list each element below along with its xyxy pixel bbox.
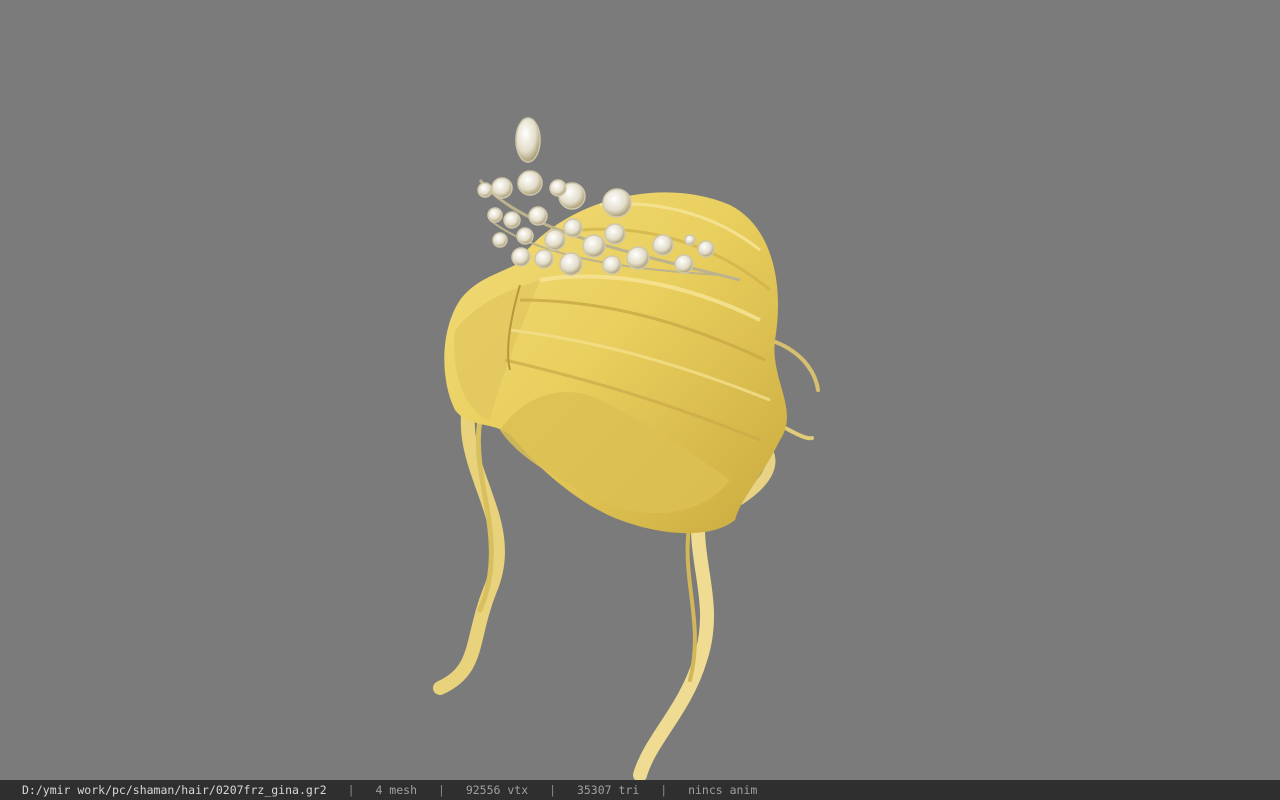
separator: | <box>549 783 556 797</box>
separator: | <box>660 783 668 797</box>
mesh-count: 4 mesh <box>375 783 417 797</box>
3d-viewport[interactable] <box>0 0 1280 780</box>
vertex-count: 92556 vtx <box>465 783 529 797</box>
animation-status: nincs anim <box>688 783 758 797</box>
hair-model-render <box>433 117 820 780</box>
status-bar: D:/ymir work/pc/shaman/hair/0207frz_gina… <box>0 780 1280 800</box>
file-path: D:/ymir work/pc/shaman/hair/0207frz_gina… <box>22 783 327 797</box>
triangle-count: 35307 tri <box>576 783 640 797</box>
separator: | <box>437 783 445 797</box>
separator: | <box>347 783 355 797</box>
